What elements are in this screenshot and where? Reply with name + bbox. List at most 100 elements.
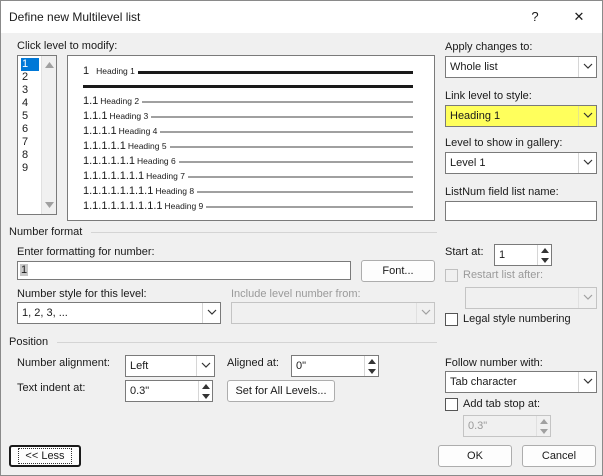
- preview-number: 1.1.1.1.1.1.1: [83, 170, 145, 182]
- apply-changes-label: Apply changes to:: [445, 41, 533, 53]
- aligned-at-spinner[interactable]: 0": [291, 355, 379, 377]
- preview-line: [188, 176, 413, 178]
- preview-number: 1.1: [83, 95, 99, 107]
- chevron-down-icon: [578, 106, 596, 126]
- link-level-label: Link level to style:: [445, 90, 532, 102]
- level-item-4[interactable]: 4: [21, 97, 39, 110]
- chevron-down-icon: [202, 303, 220, 323]
- levels-label: Click level to modify:: [17, 40, 118, 52]
- scroll-up-icon[interactable]: [45, 62, 54, 68]
- alignment-dropdown[interactable]: Left: [125, 355, 215, 377]
- number-format-input[interactable]: 1: [17, 261, 351, 280]
- level-item-6[interactable]: 6: [21, 123, 39, 136]
- spin-up-icon[interactable]: [537, 245, 551, 255]
- level-item-9[interactable]: 9: [21, 162, 39, 175]
- chevron-down-icon: [416, 303, 434, 323]
- follow-number-dropdown[interactable]: Tab character: [445, 371, 597, 393]
- start-at-spinner[interactable]: 1: [494, 244, 552, 266]
- preview-row: 1 Heading 1: [83, 65, 135, 77]
- preview-number: 1.1.1.1.1.1.1.1: [83, 185, 154, 197]
- listnum-input[interactable]: [445, 201, 597, 221]
- restart-list-checkbox[interactable]: [445, 269, 458, 282]
- preview-heading: Heading 6: [137, 156, 176, 166]
- add-tab-stop-spinner[interactable]: 0.3": [463, 415, 551, 437]
- help-button[interactable]: ?: [525, 7, 545, 27]
- level-scrollbar[interactable]: [41, 56, 56, 214]
- level-item-1[interactable]: 1: [21, 58, 39, 71]
- preview-heading: Heading 7: [146, 171, 185, 181]
- preview-line: [83, 85, 413, 88]
- preview-line: [138, 71, 413, 74]
- close-button[interactable]: ✕: [569, 7, 589, 27]
- preview-line: [197, 191, 413, 193]
- restart-list-dropdown[interactable]: [465, 287, 597, 309]
- legal-style-checkbox[interactable]: [445, 313, 458, 326]
- preview-heading: Heading 5: [127, 141, 167, 151]
- level-item-3[interactable]: 3: [21, 84, 39, 97]
- level-item-7[interactable]: 7: [21, 136, 39, 149]
- title-bar: Define new Multilevel list ? ✕: [1, 1, 602, 33]
- indent-value: 0.3": [130, 385, 150, 397]
- enter-format-label: Enter formatting for number:: [17, 246, 155, 258]
- level-listbox[interactable]: 123456789: [17, 55, 57, 215]
- preview-heading: Heading 4: [118, 126, 158, 136]
- font-button[interactable]: Font...: [361, 260, 435, 282]
- less-button-label: << Less: [18, 448, 72, 464]
- level-item-5[interactable]: 5: [21, 110, 39, 123]
- add-tab-stop-checkbox[interactable]: [445, 398, 458, 411]
- spin-up-icon[interactable]: [536, 416, 550, 426]
- divider: [57, 342, 437, 343]
- gallery-level-dropdown[interactable]: Level 1: [445, 152, 597, 174]
- add-tab-stop-value: 0.3": [468, 420, 488, 432]
- apply-changes-value: Whole list: [450, 61, 498, 73]
- apply-changes-dropdown[interactable]: Whole list: [445, 56, 597, 78]
- number-style-label: Number style for this level:: [17, 288, 147, 300]
- link-level-dropdown[interactable]: Heading 1: [445, 105, 597, 127]
- preview-row: 1.1.1.1.1.1.1.1 Heading 8: [83, 185, 194, 197]
- preview-number: 1.1.1.1: [83, 125, 117, 137]
- preview-heading: Heading 1: [96, 66, 135, 76]
- preview-line: [179, 161, 413, 163]
- less-button[interactable]: << Less: [9, 445, 81, 467]
- follow-number-label: Follow number with:: [445, 357, 543, 369]
- aligned-at-label: Aligned at:: [227, 357, 279, 369]
- set-all-levels-button[interactable]: Set for All Levels...: [227, 380, 335, 402]
- preview-heading: Heading 8: [155, 186, 195, 196]
- preview-number: 1: [83, 65, 90, 77]
- spin-down-icon[interactable]: [537, 255, 551, 265]
- number-format-section: Number format: [9, 226, 83, 238]
- spin-down-icon[interactable]: [198, 391, 212, 401]
- preview-line: [160, 131, 413, 133]
- level-item-8[interactable]: 8: [21, 149, 39, 162]
- preview-number: 1.1.1.1.1.1.1.1.1: [83, 200, 163, 212]
- chevron-down-icon: [578, 288, 596, 308]
- number-style-dropdown[interactable]: 1, 2, 3, ...: [17, 302, 221, 324]
- follow-number-value: Tab character: [450, 376, 517, 388]
- legal-style-label: Legal style numbering: [463, 313, 571, 325]
- dialog-title: Define new Multilevel list: [9, 10, 141, 24]
- start-at-value: 1: [499, 249, 506, 261]
- spin-up-icon[interactable]: [198, 381, 212, 391]
- spin-up-icon[interactable]: [364, 356, 378, 366]
- number-style-value: 1, 2, 3, ...: [22, 307, 68, 319]
- link-level-value: Heading 1: [450, 110, 501, 122]
- preview-line: [151, 116, 413, 118]
- alignment-label: Number alignment:: [17, 357, 110, 369]
- spin-down-icon[interactable]: [364, 366, 378, 376]
- chevron-down-icon: [196, 356, 214, 376]
- indent-spinner[interactable]: 0.3": [125, 380, 213, 402]
- cancel-button[interactable]: Cancel: [522, 445, 596, 467]
- scroll-down-icon[interactable]: [45, 202, 54, 208]
- include-level-dropdown[interactable]: [231, 302, 435, 324]
- preview-row: 1.1.1.1.1.1.1.1.1 Heading 9: [83, 200, 203, 212]
- listnum-label: ListNum field list name:: [445, 186, 559, 198]
- level-item-2[interactable]: 2: [21, 71, 39, 84]
- add-tab-stop-label: Add tab stop at:: [463, 398, 541, 410]
- spin-down-icon[interactable]: [536, 426, 550, 436]
- preview-heading: Heading 3: [109, 111, 149, 121]
- preview-heading: Heading 9: [164, 201, 204, 211]
- preview-row: 1.1 Heading 2: [83, 95, 139, 107]
- chevron-down-icon: [578, 57, 596, 77]
- aligned-at-value: 0": [296, 360, 307, 372]
- ok-button[interactable]: OK: [438, 445, 512, 467]
